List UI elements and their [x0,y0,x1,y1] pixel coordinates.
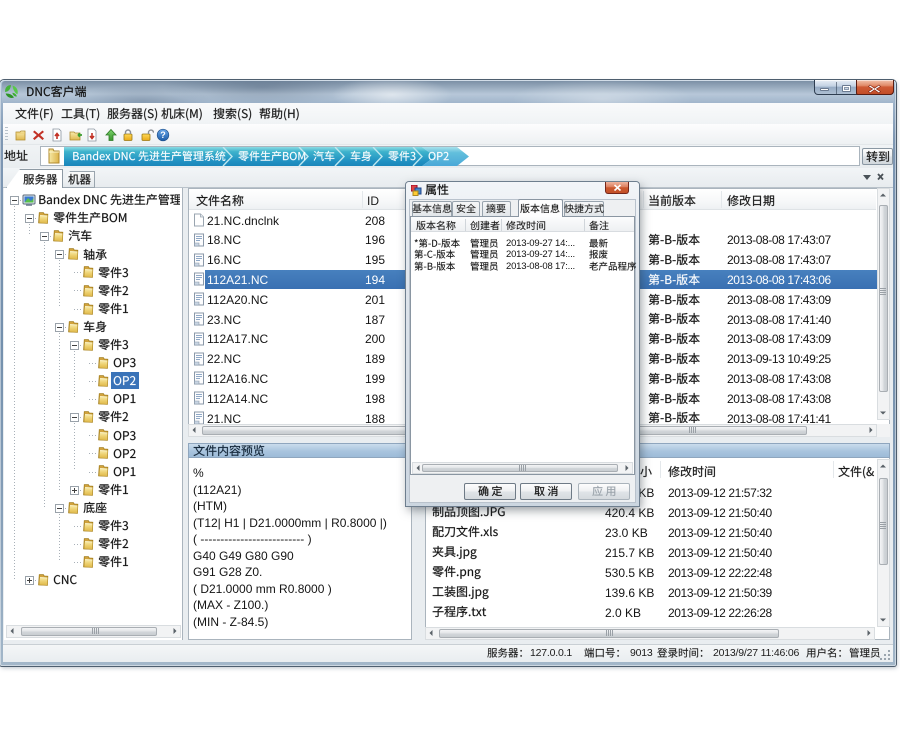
svg-text:?: ? [160,130,166,140]
